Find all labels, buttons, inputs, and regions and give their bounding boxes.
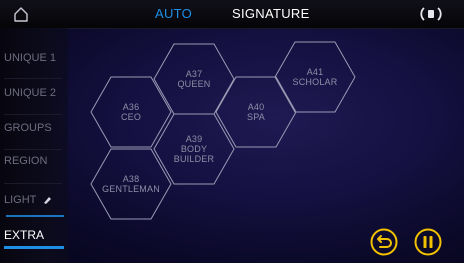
light-indicator <box>6 215 64 217</box>
sidebar-item-label: EXTRA <box>4 228 45 242</box>
pause-icon[interactable] <box>414 228 442 256</box>
home-icon[interactable] <box>12 5 30 23</box>
sidebar-item-unique-2[interactable]: UNIQUE 2 <box>0 78 66 108</box>
hex-label: A38 GENTLEMAN <box>90 148 172 220</box>
replay-icon[interactable] <box>370 228 398 256</box>
program-hex-a38[interactable]: A38 GENTLEMAN <box>90 148 172 220</box>
sidebar-item-unique-1[interactable]: UNIQUE 1 <box>0 43 66 73</box>
divider <box>4 183 62 184</box>
tab-signature[interactable]: SIGNATURE <box>232 6 310 21</box>
sidebar-item-label: UNIQUE 1 <box>4 52 56 64</box>
top-bar: AUTO SIGNATURE <box>0 0 464 29</box>
program-code: A41 <box>306 67 324 77</box>
sidebar-item-groups[interactable]: GROUPS <box>0 113 66 143</box>
speaker-icon[interactable] <box>420 5 442 23</box>
program-name-line-1: BODY <box>180 144 208 154</box>
sidebar-item-region[interactable]: REGION <box>0 146 66 176</box>
active-indicator <box>4 246 64 249</box>
program-code: A39 <box>185 134 203 144</box>
sidebar-item-label: LIGHT <box>4 194 37 206</box>
program-name: QUEEN <box>177 79 211 89</box>
program-name: GENTLEMAN <box>102 184 160 194</box>
light-icon <box>44 197 52 205</box>
sidebar-item-label: REGION <box>4 155 48 167</box>
tab-auto[interactable]: AUTO <box>155 6 192 21</box>
program-name: SCHOLAR <box>292 77 338 87</box>
program-name-line-2: BUILDER <box>173 154 215 164</box>
program-name: CEO <box>120 112 142 122</box>
program-code: A38 <box>122 174 140 184</box>
sidebar-item-label: UNIQUE 2 <box>4 87 56 99</box>
sidebar: UNIQUE 1 UNIQUE 2 GROUPS REGION LIGHT EX… <box>0 28 68 263</box>
program-name: SPA <box>247 112 265 122</box>
program-code: A40 <box>247 102 265 112</box>
sidebar-item-label: GROUPS <box>4 122 52 134</box>
sidebar-item-light[interactable]: LIGHT <box>0 185 66 215</box>
program-code: A37 <box>185 69 203 79</box>
program-code: A36 <box>122 102 140 112</box>
massage-program-screen: AUTO SIGNATURE UNIQUE 1 UNIQUE 2 GROUPS … <box>0 0 464 263</box>
